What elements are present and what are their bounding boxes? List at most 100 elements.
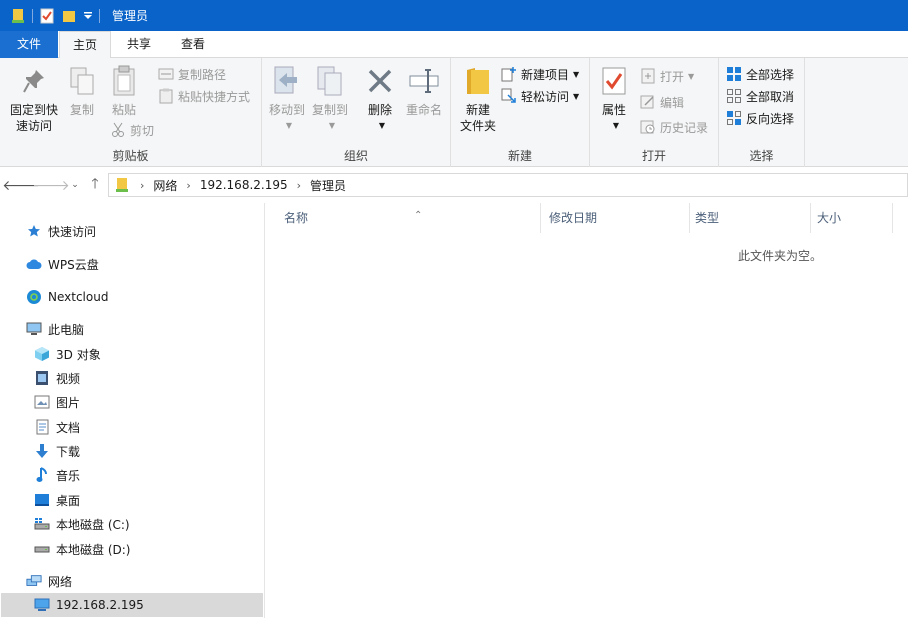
breadcrumb-chevron-icon[interactable]: › [140, 179, 144, 192]
qat-separator [32, 8, 33, 23]
open-group: 属性 ▼ 打开 ▼ 编辑 历史记录 打开 [590, 58, 719, 167]
column-header-modified[interactable]: 修改日期 [541, 203, 690, 233]
download-arrow-icon [34, 443, 50, 459]
column-header-name[interactable]: 名称 ⌃ [276, 203, 541, 233]
rename-icon [407, 64, 441, 98]
address-bar[interactable]: › 网络 › 192.168.2.195 › 管理员 [108, 173, 908, 197]
forward-arrow-icon[interactable]: 🡒 [32, 176, 70, 194]
window-title: 管理员 [112, 9, 149, 23]
nav-item-this-pc[interactable]: 此电脑 [26, 317, 84, 341]
select-none-icon [726, 88, 742, 104]
recent-locations-chevron-icon[interactable]: ⌄ [66, 176, 84, 194]
tab-view[interactable]: 查看 [168, 31, 218, 58]
picture-icon [34, 394, 50, 410]
open-dropdown-icon: ▼ [688, 71, 695, 81]
nav-item-music[interactable]: 音乐 [34, 463, 80, 487]
new-item-dropdown-icon: ▼ [573, 69, 580, 79]
invert-selection-button[interactable]: 反向选择 [726, 108, 794, 128]
clipboard-group-label: 剪贴板 [112, 149, 149, 163]
ribbon-tabs: 文件 主页 共享 查看 [0, 31, 908, 59]
copy-to-dropdown-icon: ▼ [328, 121, 336, 130]
nav-item-quick-access[interactable]: 快速访问 [26, 219, 96, 243]
invert-selection-icon [726, 110, 742, 126]
paste-shortcut-icon [158, 88, 174, 104]
navigation-bar: 🡐 🡒 ⌄ 🡑 › 网络 › 192.168.2.195 › 管理员 [0, 167, 908, 203]
new-folder-qat-icon[interactable] [61, 8, 77, 24]
ribbon: 固定到快 速访问 复制 粘贴 复制路径 粘贴快捷方式 剪切 剪贴板 移动到 ▼ … [0, 58, 908, 167]
new-folder-icon [461, 64, 495, 98]
nav-item-pictures[interactable]: 图片 [34, 390, 80, 414]
delete-button[interactable]: 删除 ▼ [362, 64, 398, 134]
properties-button[interactable]: 属性 ▼ [596, 64, 632, 134]
clipboard-group: 固定到快 速访问 复制 粘贴 复制路径 粘贴快捷方式 剪切 剪贴板 [0, 58, 262, 167]
history-button[interactable]: 历史记录 [640, 117, 708, 137]
select-none-button[interactable]: 全部取消 [726, 86, 794, 106]
organize-group-label: 组织 [343, 149, 368, 163]
organize-group: 移动到 ▼ 复制到 ▼ 删除 ▼ 重命名 组织 [262, 58, 451, 167]
easy-access-button[interactable]: 轻松访问 ▼ [501, 86, 579, 106]
properties-qat-icon[interactable] [39, 8, 55, 24]
app-icon[interactable] [10, 8, 26, 24]
desktop-icon [34, 492, 50, 508]
drive-icon [34, 541, 50, 557]
properties-dropdown-icon: ▼ [612, 121, 620, 130]
select-group: 全部选择 全部取消 反向选择 选择 [719, 58, 805, 167]
new-item-button[interactable]: 新建项目 ▼ [501, 64, 579, 84]
breadcrumb-chevron-icon[interactable]: › [297, 179, 301, 192]
tab-file[interactable]: 文件 [0, 31, 58, 58]
nav-item-desktop[interactable]: 桌面 [34, 488, 80, 512]
breadcrumb-chevron-icon[interactable]: › [186, 179, 190, 192]
select-all-button[interactable]: 全部选择 [726, 64, 794, 84]
star-icon [26, 223, 42, 239]
nav-item-documents[interactable]: 文档 [34, 415, 80, 439]
breadcrumb-current-folder[interactable]: 管理员 [310, 177, 346, 194]
file-list: 名称 ⌃ 修改日期 类型 大小 此文件夹为空。 [266, 203, 908, 618]
nav-item-3d-objects[interactable]: 3D 对象 [34, 342, 101, 366]
qat-dropdown-icon[interactable] [83, 8, 93, 24]
column-header-size[interactable]: 大小 [809, 203, 893, 233]
nav-item-drive-d[interactable]: 本地磁盘 (D:) [34, 537, 130, 561]
copy-icon [65, 64, 99, 98]
nav-item-drive-c[interactable]: 本地磁盘 (C:) [34, 512, 130, 536]
nav-item-network[interactable]: 网络 [26, 569, 72, 593]
edit-icon [640, 94, 656, 110]
open-icon [640, 68, 656, 84]
tab-share[interactable]: 共享 [114, 31, 164, 58]
nav-item-downloads[interactable]: 下载 [34, 439, 80, 463]
breadcrumb-host[interactable]: 192.168.2.195 [200, 178, 288, 192]
copy-path-icon [158, 66, 174, 82]
delete-x-icon [363, 64, 397, 98]
edit-button[interactable]: 编辑 [640, 92, 684, 112]
nav-item-host[interactable]: 192.168.2.195 [1, 593, 263, 617]
move-to-dropdown-icon: ▼ [285, 121, 293, 130]
paste-button[interactable]: 粘贴 [106, 64, 142, 118]
cube-3d-icon [34, 346, 50, 362]
back-arrow-icon[interactable]: 🡐 [2, 176, 40, 194]
copy-path-button[interactable]: 复制路径 [158, 64, 226, 84]
up-arrow-icon[interactable]: 🡑 [86, 176, 104, 194]
network-computer-icon [34, 597, 50, 613]
navigation-pane: 快速访问 WPS云盘 Nextcloud 此电脑 3D 对象 视频 图片 文档 … [0, 203, 265, 618]
column-header-type[interactable]: 类型 [687, 203, 811, 233]
nav-item-nextcloud[interactable]: Nextcloud [26, 285, 108, 309]
cloud-icon [26, 256, 42, 272]
open-button[interactable]: 打开 ▼ [640, 66, 694, 86]
computer-icon [26, 321, 42, 337]
breadcrumb-network[interactable]: 网络 [153, 177, 177, 194]
nav-item-wps-cloud[interactable]: WPS云盘 [26, 252, 99, 276]
copy-to-button[interactable]: 复制到 ▼ [308, 64, 352, 134]
pin-quick-access-button[interactable]: 固定到快 速访问 [6, 64, 62, 134]
copy-button[interactable]: 复制 [64, 64, 100, 118]
rename-button[interactable]: 重命名 [402, 64, 446, 118]
new-folder-button[interactable]: 新建 文件夹 [455, 64, 501, 134]
move-to-button[interactable]: 移动到 ▼ [266, 64, 308, 134]
paste-shortcut-button[interactable]: 粘贴快捷方式 [158, 86, 250, 106]
nav-item-videos[interactable]: 视频 [34, 366, 80, 390]
cut-button[interactable]: 剪切 [110, 120, 154, 140]
easy-access-dropdown-icon: ▼ [573, 91, 580, 101]
system-drive-icon [34, 516, 50, 532]
tab-home[interactable]: 主页 [59, 31, 111, 59]
history-icon [640, 119, 656, 135]
paste-icon [107, 64, 141, 98]
properties-icon [597, 64, 631, 98]
